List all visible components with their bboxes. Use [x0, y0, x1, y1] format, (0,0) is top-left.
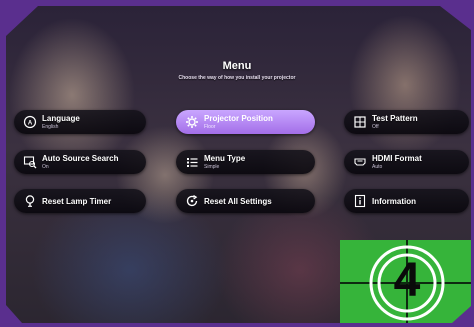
source-search-icon [22, 155, 37, 169]
menu-item-label: Language [42, 114, 80, 123]
menu-item-value: Off [372, 124, 379, 130]
menu-item-reset-lamp-timer[interactable]: Reset Lamp Timer [14, 189, 146, 213]
menu-item-hdmi-format[interactable]: HDMI Format Auto [344, 150, 469, 174]
info-icon [352, 194, 367, 208]
countdown-number: 4 [393, 254, 421, 307]
countdown-leader: 4 [340, 240, 474, 327]
svg-text:A: A [27, 121, 32, 127]
menu-subtitle: Choose the way of how you install your p… [178, 75, 296, 81]
menu-item-value: Simple [204, 164, 220, 170]
menu-item-value: On [42, 164, 49, 170]
lamp-icon [22, 194, 37, 208]
menu-item-information[interactable]: Information [344, 189, 469, 213]
menu-item-value: English [42, 124, 59, 130]
menu-item-label: Reset Lamp Timer [42, 197, 112, 206]
menu-item-value: Floor [204, 124, 216, 130]
menu-item-test-pattern[interactable]: Test Pattern Off [344, 110, 469, 134]
reset-icon [184, 194, 199, 208]
projector-screen: Menu Choose the way of how you install y… [0, 0, 474, 327]
menu-item-value: Auto [372, 164, 383, 170]
menu-item-language[interactable]: A Language English [14, 110, 146, 134]
menu-item-label: Menu Type [204, 154, 246, 163]
grid-icon [352, 115, 367, 129]
menu-item-menu-type[interactable]: Menu Type Simple [176, 150, 315, 174]
list-icon [184, 155, 199, 169]
menu-item-label: Reset All Settings [204, 197, 272, 206]
menu-item-auto-source-search[interactable]: Auto Source Search On [14, 150, 146, 174]
hdmi-icon [352, 155, 367, 169]
gear-icon [184, 115, 199, 129]
menu-title: Menu [222, 60, 252, 72]
menu-item-label: Test Pattern [372, 114, 418, 123]
menu-item-reset-all-settings[interactable]: Reset All Settings [176, 189, 315, 213]
menu-item-label: Auto Source Search [42, 154, 119, 163]
globe-icon: A [22, 115, 37, 129]
menu-item-projector-position[interactable]: Projector Position Floor [176, 110, 315, 134]
menu-item-label: Information [372, 197, 416, 206]
menu-item-label: Projector Position [204, 114, 273, 123]
menu-item-label: HDMI Format [372, 154, 422, 163]
